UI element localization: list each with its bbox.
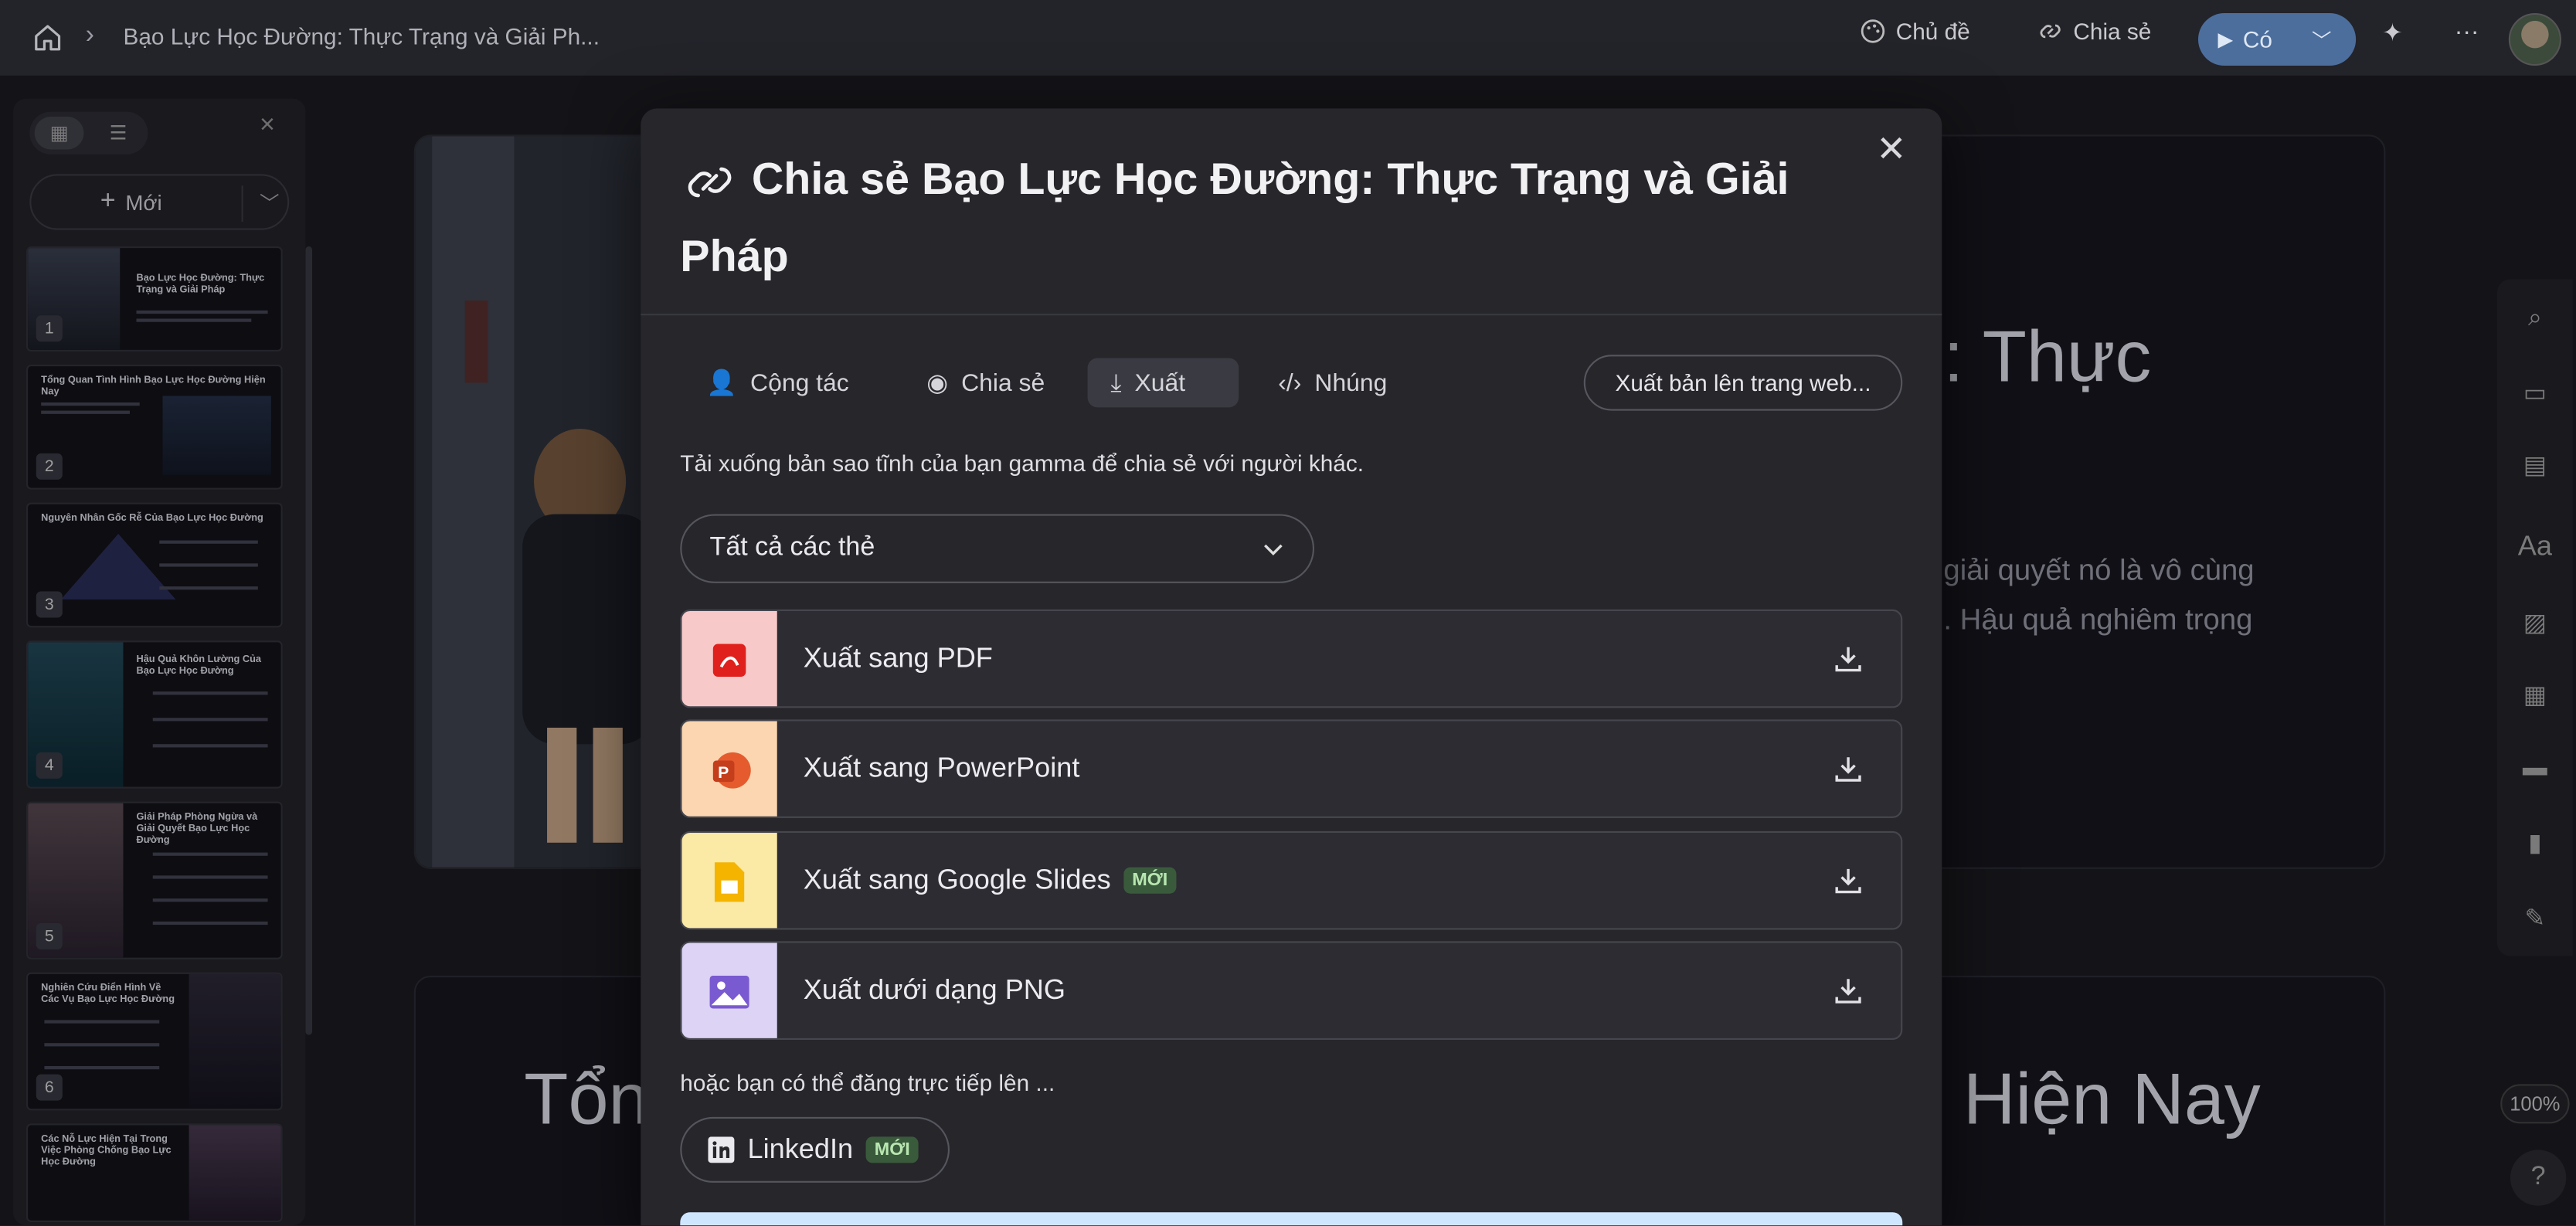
chevron-right-icon: › <box>85 21 94 49</box>
divider <box>641 314 1942 316</box>
download-icon[interactable] <box>1832 864 1865 897</box>
download-icon[interactable] <box>1832 974 1865 1007</box>
tab-embed[interactable]: ‹/› Nhúng <box>1255 358 1410 408</box>
powerpoint-icon: P <box>681 721 777 817</box>
dialog-title-row: Chia sẻ Bạo Lực Học Đường: Thực Trạng và… <box>680 141 1830 296</box>
dialog-title: Chia sẻ Bạo Lực Học Đường: Thực Trạng và… <box>680 154 1789 281</box>
tab-export[interactable]: ⤓ Xuất <box>1087 358 1239 408</box>
tab-label: Chia sẻ <box>961 368 1045 397</box>
tab-share[interactable]: ◉ Chia sẻ <box>903 358 1068 408</box>
export-label: Xuất sang PDF <box>803 642 993 674</box>
export-label: Xuất sang Google Slides <box>803 864 1111 895</box>
google-slides-icon <box>681 833 777 929</box>
select-value: Tất cả các thẻ <box>709 534 875 562</box>
chevron-down-icon[interactable]: ﹀ <box>2312 25 2332 53</box>
code-icon: ‹/› <box>1278 368 1302 397</box>
add-person-icon: 👤 <box>706 369 738 398</box>
new-badge: MỚI <box>1123 867 1176 894</box>
home-icon[interactable] <box>33 23 63 53</box>
new-badge: MỚI <box>866 1136 919 1163</box>
tab-label: Xuất <box>1134 368 1186 397</box>
export-description: Tải xuống bản sao tĩnh của bạn gamma để … <box>680 450 1364 477</box>
palette-icon <box>1861 19 1885 43</box>
top-bar: › Bạo Lực Học Đường: Thực Trạng và Giải … <box>0 0 2576 76</box>
export-label: Xuất sang PowerPoint <box>803 752 1080 784</box>
export-pdf-row[interactable]: Xuất sang PDF <box>680 609 1903 708</box>
share-button[interactable]: Chia sẻ <box>2037 18 2152 45</box>
present-button[interactable]: ▶ Có ﹀ <box>2197 13 2357 66</box>
info-banner <box>680 1212 1903 1226</box>
tab-collaborate[interactable]: 👤 Cộng tác <box>684 358 872 408</box>
present-label: Có <box>2242 26 2272 53</box>
download-icon[interactable] <box>1832 642 1865 675</box>
linkedin-label: LinkedIn <box>747 1133 854 1165</box>
linkedin-icon <box>708 1136 735 1163</box>
export-powerpoint-row[interactable]: P Xuất sang PowerPoint <box>680 719 1903 818</box>
or-post-text: hoặc bạn có thể đăng trực tiếp lên ... <box>680 1069 1055 1096</box>
app-screen: › Bạo Lực Học Đường: Thực Trạng và Giải … <box>0 0 2576 1226</box>
export-png-row[interactable]: Xuất dưới dạng PNG <box>680 941 1903 1040</box>
tab-label: Cộng tác <box>750 368 849 397</box>
share-label: Chia sẻ <box>2073 18 2152 45</box>
link-icon <box>688 167 732 198</box>
globe-icon: ◉ <box>926 369 949 398</box>
export-google-slides-row[interactable]: Xuất sang Google Slides MỚI <box>680 830 1903 930</box>
play-icon: ▶ <box>2217 28 2234 51</box>
avatar[interactable] <box>2508 13 2561 66</box>
image-icon <box>681 942 777 1038</box>
publish-to-web-button[interactable]: Xuất bản lên trang web... <box>1583 355 1903 411</box>
theme-label: Chủ đề <box>1895 18 1970 45</box>
tab-label: Nhúng <box>1314 368 1388 397</box>
download-icon: ⤓ <box>1110 368 1122 397</box>
theme-button[interactable]: Chủ đề <box>1860 18 1970 44</box>
link-icon <box>2040 24 2061 39</box>
close-icon[interactable]: ✕ <box>1876 128 1906 171</box>
sparkle-icon[interactable]: ✦ <box>2382 18 2403 48</box>
chevron-down-icon <box>1264 544 1283 555</box>
more-icon[interactable]: ··· <box>2455 18 2479 46</box>
breadcrumb[interactable]: Bạo Lực Học Đường: Thực Trạng và Giải Ph… <box>123 23 600 49</box>
download-icon[interactable] <box>1832 752 1865 786</box>
export-label: Xuất dưới dạng PNG <box>803 973 1066 1006</box>
share-dialog: Chia sẻ Bạo Lực Học Đường: Thực Trạng và… <box>641 108 1942 1226</box>
linkedin-button[interactable]: LinkedIn MỚI <box>680 1116 950 1183</box>
svg-text:P: P <box>718 763 729 782</box>
card-select-dropdown[interactable]: Tất cả các thẻ <box>680 514 1315 583</box>
pdf-icon <box>681 610 777 707</box>
